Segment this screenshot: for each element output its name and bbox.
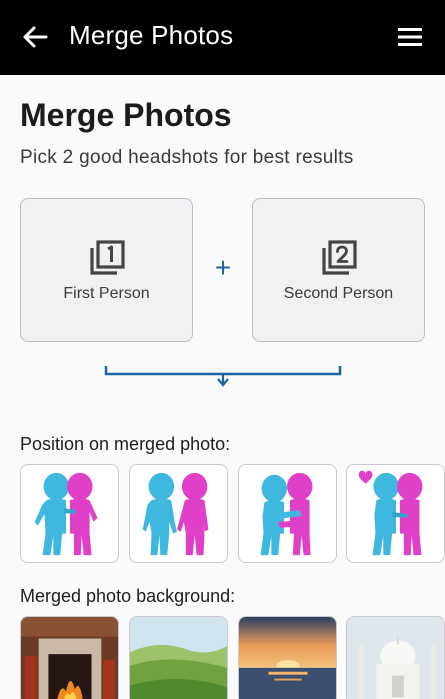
embracing-figures-icon [260,472,313,556]
background-option-fireplace[interactable] [20,616,119,699]
background-option-taj-mahal[interactable] [346,616,445,699]
first-person-card[interactable]: First Person [20,198,193,342]
position-option-holding-hands[interactable] [129,464,228,563]
green-hills-image [130,617,227,699]
appbar-title: Merge Photos [69,20,234,50]
plus-symbol: + [214,252,232,283]
taj-mahal-image [347,617,444,699]
filter-1-icon [90,240,125,275]
page-subtitle: Pick 2 good headshots for best results [20,147,354,168]
merge-arrow-icon [104,366,342,387]
arrow-left-icon[interactable] [20,22,50,52]
page-title: Merge Photos [20,97,232,133]
app-bar: Merge Photos [0,0,445,75]
sunset-sea-image [239,617,336,699]
holding-hands-figures-icon [142,472,209,556]
position-option-heart[interactable] [346,464,445,563]
background-section-label: Merged photo background: [20,586,236,606]
fireplace-image [21,617,118,699]
heart-couple-figures-icon [358,470,423,556]
background-option-hills[interactable] [129,616,228,699]
second-person-label: Second Person [283,285,394,302]
filter-2-icon [322,240,357,275]
hugging-figures-icon [34,472,98,556]
second-person-card[interactable]: Second Person [252,198,425,342]
position-option-hugging[interactable] [20,464,119,563]
hamburger-menu-icon[interactable] [397,24,423,50]
position-section-label: Position on merged photo: [20,434,231,454]
first-person-label: First Person [63,285,150,302]
position-option-embracing[interactable] [238,464,337,563]
background-option-sunset[interactable] [238,616,337,699]
